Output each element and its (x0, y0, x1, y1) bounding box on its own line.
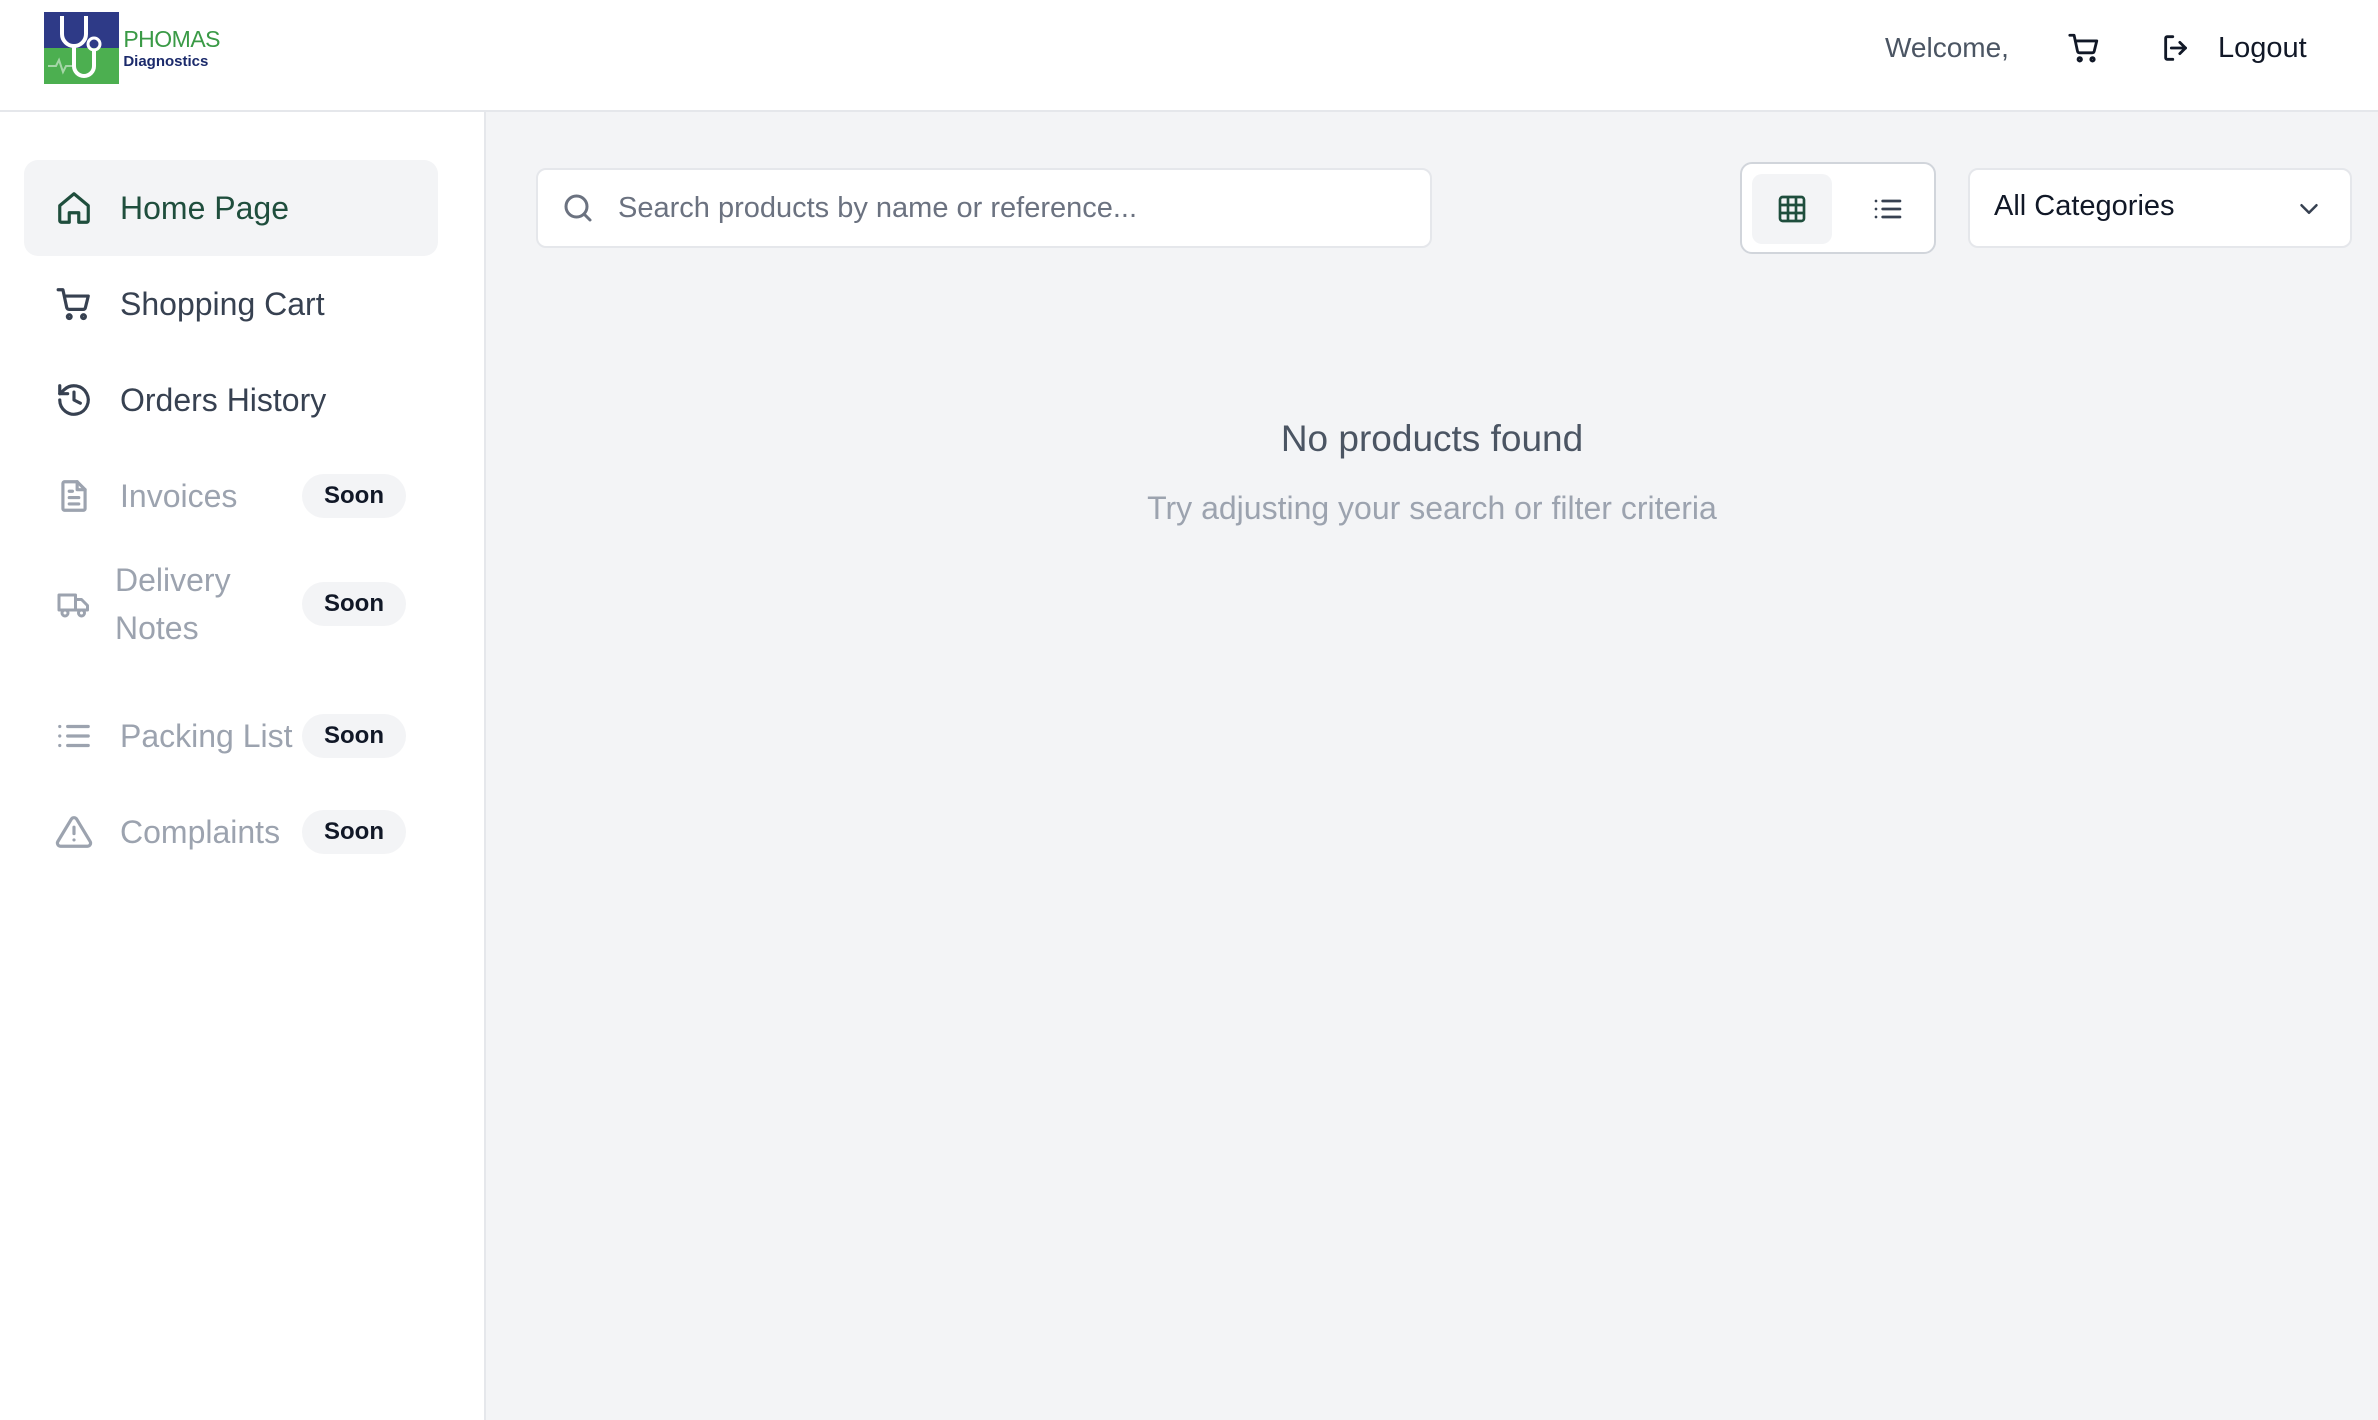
sidebar-item-packing-list[interactable]: Packing List Soon (24, 688, 438, 784)
category-select-value: All Categories (1994, 190, 2175, 222)
sidebar-item-shopping-cart[interactable]: Shopping Cart (24, 256, 438, 352)
sidebar: Home Page Shopping Cart Orders History I… (0, 112, 486, 1420)
history-icon (54, 380, 94, 420)
empty-state-subtitle: Try adjusting your search or filter crit… (1147, 490, 1717, 526)
logo-brand-name: PHOMAS (123, 25, 220, 52)
search-icon (564, 194, 592, 222)
logo-brand-sub: Diagnostics (123, 52, 209, 70)
view-mode-toggle (1740, 162, 1936, 254)
header-cart-button[interactable] (2064, 28, 2104, 68)
truck-icon (54, 584, 94, 624)
chevron-down-icon (2300, 204, 2318, 214)
warning-icon (54, 812, 94, 852)
logo-text: PHOMAS Diagnostics (123, 25, 220, 70)
sidebar-item-label: Orders History (120, 382, 327, 418)
sidebar-item-delivery-notes[interactable]: Delivery Notes Soon (24, 544, 438, 664)
top-header: PHOMAS Diagnostics Welcome, Logout (0, 0, 2378, 112)
document-icon (54, 476, 94, 516)
sidebar-item-complaints[interactable]: Complaints Soon (24, 784, 438, 880)
welcome-text: Welcome, (1885, 32, 2009, 63)
empty-state-title: No products found (1280, 418, 1584, 459)
list-view-button[interactable] (1848, 174, 1928, 244)
sidebar-item-label: Invoices (120, 478, 238, 514)
sidebar-item-label: Complaints (120, 814, 281, 850)
sidebar-item-invoices[interactable]: Invoices Soon (24, 448, 438, 544)
soon-badge: Soon (302, 474, 406, 518)
soon-badge: Soon (302, 714, 406, 758)
soon-badge: Soon (302, 582, 406, 626)
shopping-cart-icon (2068, 33, 2099, 63)
sidebar-item-label: Shopping Cart (120, 286, 325, 322)
sidebar-item-orders-history[interactable]: Orders History (24, 352, 438, 448)
category-select[interactable]: All Categories (1968, 168, 2352, 248)
soon-badge: Soon (302, 810, 406, 854)
product-search-bar (536, 168, 1432, 248)
grid-icon (1778, 195, 1806, 223)
logo[interactable]: PHOMAS Diagnostics (44, 12, 220, 84)
logout-icon (2164, 35, 2187, 61)
list-icon (1874, 199, 1902, 219)
sidebar-item-label: Packing List (120, 718, 293, 754)
home-icon (54, 188, 94, 228)
stethoscope-logo-icon (44, 12, 120, 84)
list-icon (54, 716, 94, 756)
search-input[interactable] (618, 170, 1418, 246)
logout-button[interactable]: Logout (2160, 24, 2307, 72)
sidebar-item-label: Home Page (120, 190, 289, 226)
sidebar-item-label: Delivery Notes (115, 562, 231, 646)
sidebar-item-home-page[interactable]: Home Page (24, 160, 438, 256)
logout-label: Logout (2218, 31, 2307, 64)
grid-view-button[interactable] (1752, 174, 1832, 244)
shopping-cart-icon (54, 284, 94, 324)
